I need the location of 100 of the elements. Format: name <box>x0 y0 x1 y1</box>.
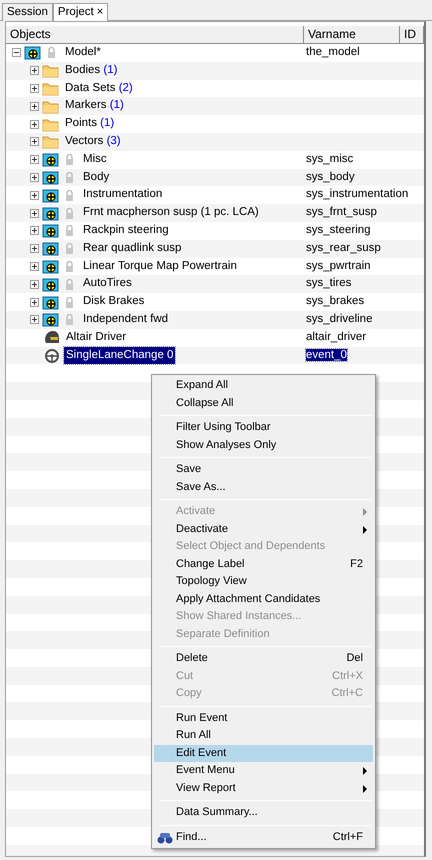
lock-icon <box>65 154 74 166</box>
varname-text: sys_misc <box>306 152 354 165</box>
tree-item[interactable]: Points (1) <box>63 115 116 133</box>
expander[interactable] <box>30 208 39 218</box>
menu-item[interactable]: Expand All <box>154 377 373 394</box>
system-icon <box>42 258 59 274</box>
menu-item[interactable]: Edit Event <box>154 744 373 762</box>
expander[interactable] <box>30 66 39 76</box>
menu-item[interactable]: Save As... <box>154 478 373 496</box>
expander[interactable] <box>30 84 39 93</box>
menu-item[interactable]: Collapse All <box>154 394 373 412</box>
tree-item[interactable]: Data Sets (2) <box>63 80 135 98</box>
expander[interactable] <box>30 244 39 254</box>
lock-icon <box>65 208 74 219</box>
folder-icon <box>42 134 59 150</box>
varname-text: altair_driver <box>306 330 366 343</box>
tree-item[interactable]: Instrumentation <box>81 186 164 204</box>
lock-icon <box>65 243 74 254</box>
tab[interactable]: Project × <box>52 3 108 21</box>
tree-item[interactable]: Misc <box>81 150 109 169</box>
menu-item[interactable]: Deactivate <box>154 520 373 538</box>
system-icon <box>42 206 59 221</box>
tree-item[interactable]: SingleLaneChange 0 <box>64 346 176 364</box>
tree-item[interactable]: Independent fwd <box>81 310 170 329</box>
folder-icon <box>42 98 59 114</box>
varname-text: sys_steering <box>306 224 371 236</box>
lock-icon <box>65 278 74 290</box>
system-icon <box>42 241 59 256</box>
tree-item[interactable]: Body <box>81 168 112 186</box>
tree-item[interactable]: Frnt macpherson susp (1 pc. LCA) <box>81 204 261 222</box>
system-icon <box>42 223 59 238</box>
expander[interactable] <box>30 137 39 146</box>
expander[interactable] <box>30 172 39 182</box>
menu-item[interactable]: Run Event <box>154 710 373 727</box>
expander[interactable] <box>30 102 39 111</box>
menu-item[interactable]: Topology View <box>154 573 373 590</box>
varname-text: event_0 <box>306 348 347 361</box>
menu-item[interactable]: Data Summary... <box>154 804 373 822</box>
folder-icon <box>42 80 59 96</box>
column-header[interactable]: ID <box>400 26 424 43</box>
helmet-icon <box>43 330 60 346</box>
folder-icon <box>42 63 59 78</box>
folder-icon <box>42 116 59 132</box>
expander[interactable] <box>30 262 39 271</box>
menu-item[interactable]: Run All <box>154 727 373 744</box>
expander[interactable] <box>30 155 39 164</box>
lock-icon <box>65 260 74 272</box>
menu-item[interactable]: Show Analyses Only <box>154 436 373 454</box>
menu-item[interactable]: Save <box>154 461 373 478</box>
expander[interactable] <box>30 226 39 236</box>
menu-item[interactable]: Find... Ctrl+F <box>154 828 373 846</box>
system-icon <box>42 294 59 310</box>
expander[interactable] <box>30 120 39 129</box>
system-icon <box>42 188 59 203</box>
lock-icon <box>65 172 74 183</box>
tree-item[interactable]: Vectors (3) <box>63 132 123 151</box>
menu-item[interactable]: Event Menu <box>154 762 373 780</box>
varname-text: sys_rear_susp <box>306 242 381 254</box>
tab[interactable]: Session <box>2 3 53 21</box>
lock-icon <box>65 225 74 236</box>
menu-item[interactable]: Delete Del <box>154 650 373 668</box>
varname-text: sys_instrumentation <box>306 188 408 200</box>
expander[interactable] <box>30 315 39 324</box>
system-icon <box>24 45 41 60</box>
varname-text: the_model <box>306 46 360 58</box>
column-header[interactable]: Varname <box>304 26 400 43</box>
expander[interactable] <box>30 190 39 200</box>
system-icon <box>42 276 59 292</box>
tree-item[interactable]: Rackpin steering <box>81 222 171 240</box>
tree-item[interactable]: AutoTires <box>81 275 134 294</box>
menu-item[interactable]: Change Label F2 <box>154 556 373 573</box>
lock-icon <box>47 47 56 58</box>
steering-wheel-icon <box>43 348 60 363</box>
varname-text: sys_body <box>306 170 355 183</box>
column-header[interactable]: Objects <box>6 26 304 43</box>
close-icon[interactable]: × <box>96 6 104 18</box>
system-icon <box>42 152 59 168</box>
binoculars-icon <box>157 832 173 844</box>
varname-text: sys_tires <box>306 277 352 290</box>
expander[interactable] <box>30 298 39 307</box>
menu-item[interactable]: View Report <box>154 780 373 797</box>
varname-text: sys_driveline <box>306 312 372 325</box>
system-icon <box>42 170 59 185</box>
tree-item[interactable]: Linear Torque Map Powertrain <box>81 258 239 276</box>
menu-item[interactable]: Filter Using Toolbar <box>154 419 373 436</box>
varname-text: sys_pwrtrain <box>306 260 371 272</box>
tree-item[interactable]: Markers (1) <box>63 97 126 116</box>
expander[interactable] <box>12 48 21 58</box>
system-icon <box>42 312 59 328</box>
lock-icon <box>65 296 74 308</box>
tree-item[interactable]: Altair Driver <box>64 328 128 347</box>
tree-item[interactable]: Bodies (1) <box>63 62 120 80</box>
expander[interactable] <box>30 280 39 289</box>
tree-item[interactable]: Model* <box>63 44 103 62</box>
lock-icon <box>65 190 74 201</box>
menu-item[interactable]: Apply Attachment Candidates <box>154 590 373 608</box>
lock-icon <box>65 314 74 326</box>
tree-item[interactable]: Rear quadlink susp <box>81 240 184 258</box>
varname-text: sys_frnt_susp <box>306 206 377 218</box>
tree-item[interactable]: Disk Brakes <box>81 293 146 311</box>
